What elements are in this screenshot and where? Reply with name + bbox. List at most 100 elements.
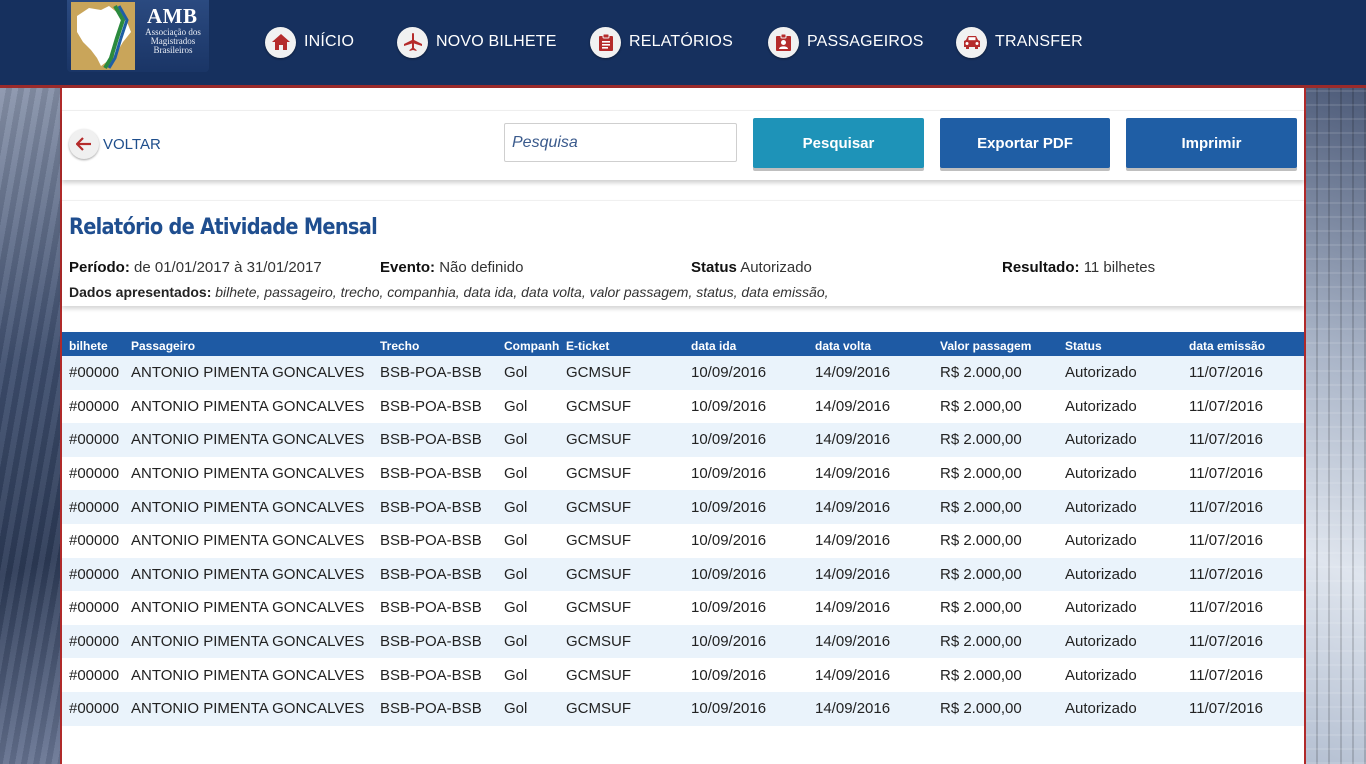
- ticket-status: Autorizado: [1065, 465, 1137, 483]
- table-body: #00000 ANTONIO PIMENTA GONCALVES BSB-POA-B…: [62, 356, 1304, 726]
- nav-item-relatorios[interactable]: RELATÓRIOS: [590, 26, 733, 58]
- nav-item-inicio[interactable]: INÍCIO: [265, 26, 354, 58]
- nav-item-transfer[interactable]: TRANSFER: [956, 26, 1083, 58]
- nav-label: TRANSFER: [995, 33, 1083, 50]
- column-header-col-data-emissao[interactable]: data emissão: [1182, 332, 1304, 356]
- brazil-map-icon: [71, 2, 135, 70]
- passenger-name: ANTONIO PIMENTA GONCALVES: [131, 498, 365, 516]
- column-header-col-data-volta[interactable]: data volta: [808, 332, 933, 356]
- nav-item-passageiros[interactable]: PASSAGEIROS: [768, 26, 924, 58]
- return-date: 14/09/2016: [815, 565, 891, 583]
- ticket-status: Autorizado: [1065, 431, 1137, 449]
- eticket-code: GCMSUF: [566, 599, 631, 617]
- departure-date: 10/09/2016: [691, 633, 767, 651]
- data-shown-label: Dados apresentados:: [69, 284, 212, 300]
- badge-icon: [768, 26, 799, 58]
- export-pdf-button[interactable]: Exportar PDF: [940, 118, 1110, 168]
- departure-date: 10/09/2016: [691, 498, 767, 516]
- result-value: 11 bilhetes: [1083, 259, 1156, 276]
- back-button[interactable]: VOLTAR: [69, 129, 161, 159]
- issue-date: 11/07/2016: [1189, 364, 1263, 382]
- nav-item-novo-bilhete[interactable]: NOVO BILHETE: [397, 26, 557, 58]
- column-header-col-data-ida[interactable]: data ida: [684, 332, 808, 356]
- ticket-status: Autorizado: [1065, 599, 1137, 617]
- data-shown-info: Dados apresentados: bilhete, passageiro,…: [69, 284, 829, 300]
- departure-date: 10/09/2016: [691, 666, 767, 684]
- ticket-number: #00000: [69, 498, 120, 516]
- eticket-code: GCMSUF: [566, 397, 631, 415]
- column-header-col-companhia[interactable]: Companhia: [497, 332, 559, 356]
- route: BSB-POA-BSB: [380, 364, 482, 382]
- airline: Gol: [504, 431, 528, 449]
- table-row[interactable]: #00000 ANTONIO PIMENTA GONCALVES BSB-POA-B…: [62, 423, 1304, 457]
- passenger-name: ANTONIO PIMENTA GONCALVES: [131, 633, 365, 651]
- nav-label: RELATÓRIOS: [629, 33, 733, 50]
- route: BSB-POA-BSB: [380, 431, 482, 449]
- fare-value: R$ 2.000,00: [940, 700, 1022, 718]
- airline: Gol: [504, 666, 528, 684]
- issue-date: 11/07/2016: [1189, 700, 1263, 718]
- table-row[interactable]: #00000 ANTONIO PIMENTA GONCALVES BSB-POA-B…: [62, 557, 1304, 592]
- column-header-col-bilhete[interactable]: bilhete: [62, 332, 124, 356]
- route: BSB-POA-BSB: [380, 498, 482, 516]
- table-row[interactable]: #00000 ANTONIO PIMENTA GONCALVES BSB-POA-B…: [62, 691, 1304, 726]
- clipboard-icon: [590, 26, 621, 58]
- eticket-code: GCMSUF: [566, 700, 631, 718]
- ticket-status: Autorizado: [1065, 565, 1137, 583]
- period-info: Período: de 01/01/2017 à 31/01/2017: [69, 259, 322, 276]
- return-date: 14/09/2016: [815, 397, 891, 415]
- table-row[interactable]: #00000 ANTONIO PIMENTA GONCALVES BSB-POA-B…: [62, 356, 1304, 390]
- ticket-number: #00000: [69, 532, 120, 550]
- passenger-name: ANTONIO PIMENTA GONCALVES: [131, 666, 365, 684]
- passenger-name: ANTONIO PIMENTA GONCALVES: [131, 465, 365, 483]
- return-date: 14/09/2016: [815, 498, 891, 516]
- table-row[interactable]: #00000 ANTONIO PIMENTA GONCALVES BSB-POA-B…: [62, 591, 1304, 625]
- route: BSB-POA-BSB: [380, 532, 482, 550]
- arrow-left-icon: [69, 129, 99, 159]
- fare-value: R$ 2.000,00: [940, 599, 1022, 617]
- route: BSB-POA-BSB: [380, 666, 482, 684]
- ticket-status: Autorizado: [1065, 364, 1137, 382]
- ticket-number: #00000: [69, 700, 120, 718]
- amb-logo[interactable]: AMB Associação dos Magistrados Brasileir…: [67, 0, 209, 72]
- table-row[interactable]: #00000 ANTONIO PIMENTA GONCALVES BSB-POA-B…: [62, 658, 1304, 692]
- print-button[interactable]: Imprimir: [1126, 118, 1297, 168]
- main-panel: VOLTAR Pesquisar Exportar PDF Imprimir R…: [60, 88, 1306, 764]
- search-input[interactable]: [504, 123, 737, 162]
- column-header-col-passageiro[interactable]: Passageiro: [124, 332, 373, 356]
- ticket-status: Autorizado: [1065, 700, 1137, 718]
- nav-label: INÍCIO: [304, 33, 355, 50]
- return-date: 14/09/2016: [815, 666, 891, 684]
- issue-date: 11/07/2016: [1189, 397, 1263, 415]
- data-shown-value: bilhete, passageiro, trecho, companhia, …: [215, 284, 829, 300]
- column-header-col-status[interactable]: Status: [1058, 332, 1182, 356]
- table-row[interactable]: #00000 ANTONIO PIMENTA GONCALVES BSB-POA-B…: [62, 624, 1304, 659]
- column-header-col-valor-passagem[interactable]: Valor passagem: [933, 332, 1058, 356]
- column-header-col-eticket[interactable]: E-ticket: [559, 332, 684, 356]
- airline: Gol: [504, 700, 528, 718]
- issue-date: 11/07/2016: [1189, 431, 1263, 449]
- table-row[interactable]: #00000 ANTONIO PIMENTA GONCALVES BSB-POA-B…: [62, 389, 1304, 424]
- period-label: Período:: [69, 259, 130, 276]
- issue-date: 11/07/2016: [1189, 498, 1263, 516]
- passenger-name: ANTONIO PIMENTA GONCALVES: [131, 532, 365, 550]
- airline: Gol: [504, 465, 528, 483]
- departure-date: 10/09/2016: [691, 431, 767, 449]
- report-toolbar: VOLTAR Pesquisar Exportar PDF Imprimir: [62, 110, 1304, 180]
- return-date: 14/09/2016: [815, 465, 891, 483]
- route: BSB-POA-BSB: [380, 465, 482, 483]
- search-button[interactable]: Pesquisar: [753, 118, 924, 168]
- ticket-number: #00000: [69, 565, 120, 583]
- table-row[interactable]: #00000 ANTONIO PIMENTA GONCALVES BSB-POA-B…: [62, 456, 1304, 491]
- column-header-col-trecho[interactable]: Trecho: [373, 332, 497, 356]
- departure-date: 10/09/2016: [691, 364, 767, 382]
- table-row[interactable]: #00000 ANTONIO PIMENTA GONCALVES BSB-POA-B…: [62, 523, 1304, 558]
- ticket-status: Autorizado: [1065, 532, 1137, 550]
- departure-date: 10/09/2016: [691, 700, 767, 718]
- route: BSB-POA-BSB: [380, 633, 482, 651]
- route: BSB-POA-BSB: [380, 397, 482, 415]
- table-row[interactable]: #00000 ANTONIO PIMENTA GONCALVES BSB-POA-B…: [62, 490, 1304, 524]
- back-label: VOLTAR: [103, 135, 161, 153]
- departure-date: 10/09/2016: [691, 532, 767, 550]
- airline: Gol: [504, 532, 528, 550]
